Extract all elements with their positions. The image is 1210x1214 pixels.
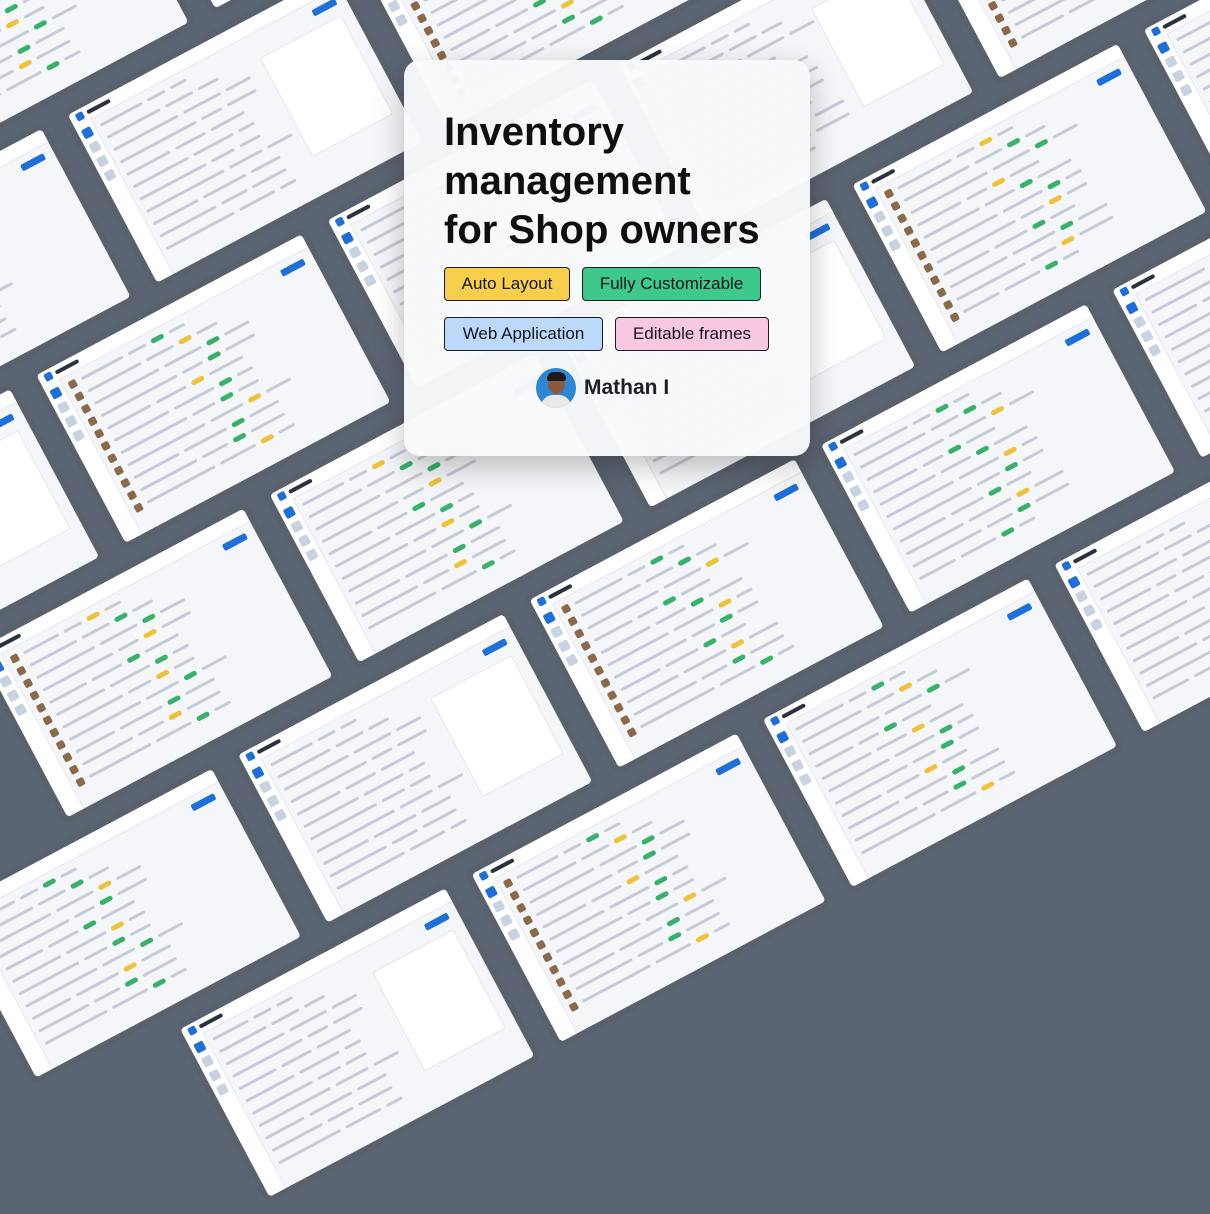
- tag-web-application: Web Application: [444, 317, 603, 351]
- author: Mathan I: [536, 366, 669, 410]
- hero-card: Inventory management for Shop owners Aut…: [404, 60, 810, 456]
- hero-title: Inventory management for Shop owners: [444, 110, 760, 252]
- avatar: [536, 368, 576, 408]
- tag-fully-customizable: Fully Customizable: [582, 267, 761, 301]
- tag-auto-layout: Auto Layout: [444, 267, 570, 301]
- author-name: Mathan I: [584, 376, 670, 399]
- tag-editable-frames: Editable frames: [615, 317, 769, 351]
